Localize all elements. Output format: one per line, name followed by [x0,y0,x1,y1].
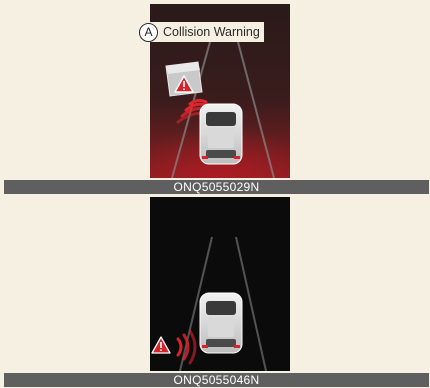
collision-warning-label: A Collision Warning [139,22,264,42]
bottom-display-graphic [150,197,290,371]
car-icon [199,103,243,165]
top-figure-caption: ONQ5055029N [4,180,429,194]
top-panel: A Collision Warning ONQ5055029N [4,4,429,194]
car-icon [199,292,243,354]
label-marker-a: A [139,22,158,42]
bottom-display-screen [150,197,290,371]
bottom-panel: ONQ5055046N [4,197,429,387]
bottom-figure-caption: ONQ5055046N [4,373,429,387]
page: A Collision Warning ONQ5055029N ONQ50550… [0,0,430,388]
collision-warning-text: Collision Warning [163,25,260,39]
